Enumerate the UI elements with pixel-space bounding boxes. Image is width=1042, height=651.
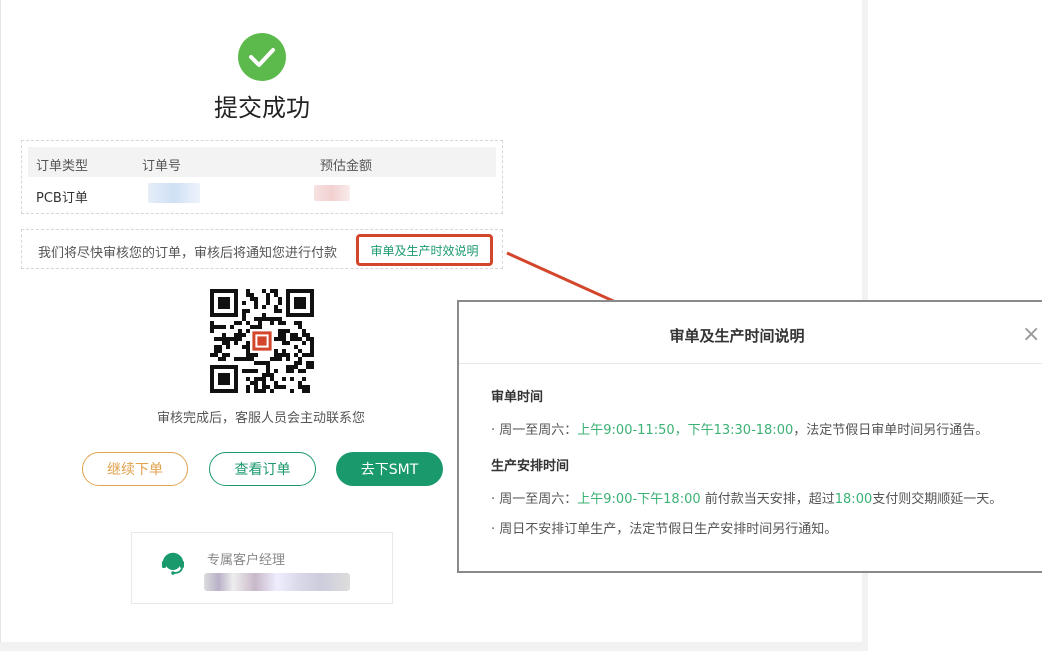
production-mid: 前付款当天安排，超过 [700,492,835,507]
cell-order-type: PCB订单 [36,191,88,206]
review-notice: 我们将尽快审核您的订单，审核后将通知您进行付款 审单及生产时效说明 [21,229,503,269]
amount-redacted [314,185,350,201]
success-title: 提交成功 [214,94,310,122]
manager-info-redacted [204,573,350,591]
qr-code [210,289,314,393]
header-order-type: 订单类型 [36,159,89,174]
account-manager-card: 专属客户经理 [131,532,393,604]
order-number-redacted [148,183,200,203]
production-time-heading: 生产安排时间 [491,459,570,474]
continue-order-button[interactable]: 继续下单 [82,452,188,486]
order-table-header: 订单类型 订单号 预估金额 [28,147,496,177]
success-check-icon [238,33,286,81]
go-smt-button[interactable]: 去下SMT [336,452,443,486]
contact-text: 审核完成后，客服人员会主动联系您 [156,411,365,426]
close-icon[interactable]: × [1022,324,1040,346]
sunday-policy-line: · 周日不安排订单生产，法定节假日生产安排时间另行通知。 [491,522,838,537]
review-time-prefix: · 周一至周六： [491,423,578,438]
account-manager-label: 专属客户经理 [207,553,286,568]
production-prefix: · 周一至周六： [491,492,578,507]
modal-divider [459,363,1042,364]
review-notice-text: 我们将尽快审核您的订单，审核后将通知您进行付款 [38,246,338,261]
review-time-suffix: ，法定节假日审单时间另行通告。 [793,423,989,438]
review-time-line: · 周一至周六：上午9:00-11:50，下午13:30-18:00，法定节假日… [491,419,988,438]
review-time-hours: 上午9:00-11:50，下午13:30-18:00 [577,423,794,438]
modal-title: 审单及生产时间说明 [669,327,805,345]
order-summary-table: 订单类型 订单号 预估金额 PCB订单 [21,140,503,214]
header-estimated-amount: 预估金额 [320,159,373,174]
production-suffix: 支付则交期顺延一天。 [872,492,1003,507]
review-timing-link[interactable]: 审单及生产时效说明 [356,234,493,266]
header-order-number: 订单号 [142,159,182,174]
production-time-line: · 周一至周六：上午9:00-下午18:00 前付款当天安排，超过18:00支付… [491,488,1002,507]
production-hours: 上午9:00-下午18:00 [577,492,701,507]
production-cutoff: 18:00 [834,492,873,507]
review-time-heading: 审单时间 [491,390,544,405]
headset-icon [159,549,187,577]
timing-explanation-modal: 审单及生产时间说明 × 审单时间 · 周一至周六：上午9:00-11:50，下午… [457,300,1042,573]
view-order-button[interactable]: 查看订单 [209,452,316,486]
table-row: PCB订单 [28,179,496,209]
